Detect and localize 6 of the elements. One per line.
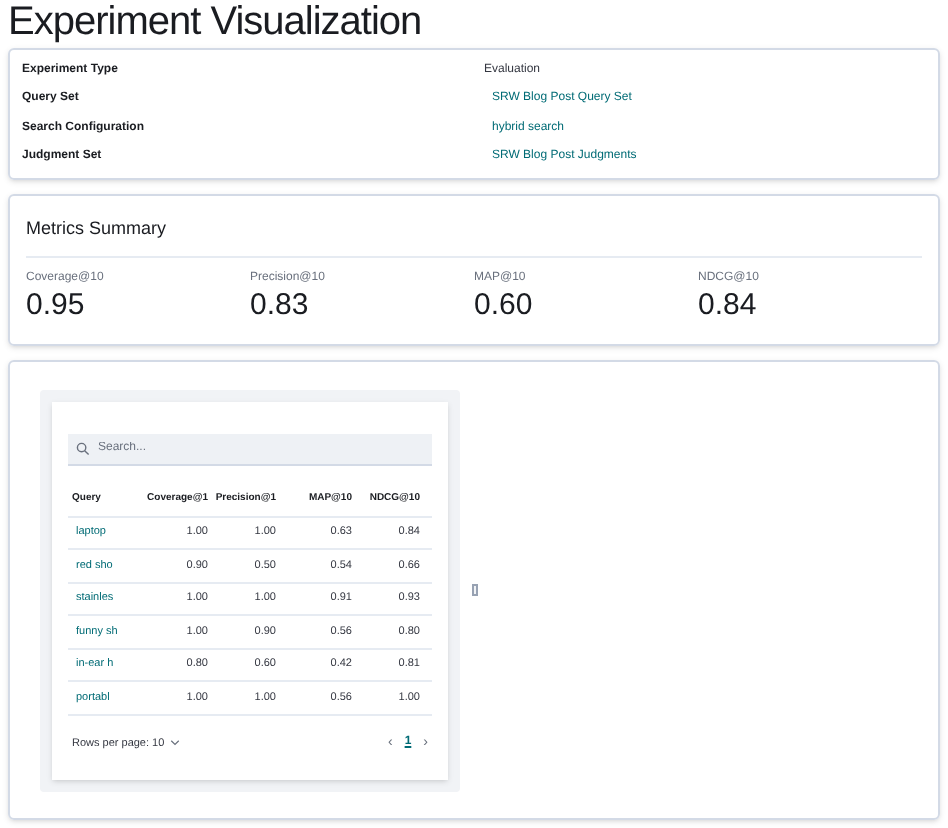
page-title: Experiment Visualization bbox=[8, 0, 424, 44]
metric-value: 0.83 bbox=[250, 287, 311, 323]
metric-value: 0.95 bbox=[26, 287, 87, 323]
metric-value: 0.60 bbox=[474, 287, 535, 323]
section-title: Metrics Summary bbox=[26, 216, 922, 257]
metric-value: 0.84 bbox=[698, 287, 759, 323]
